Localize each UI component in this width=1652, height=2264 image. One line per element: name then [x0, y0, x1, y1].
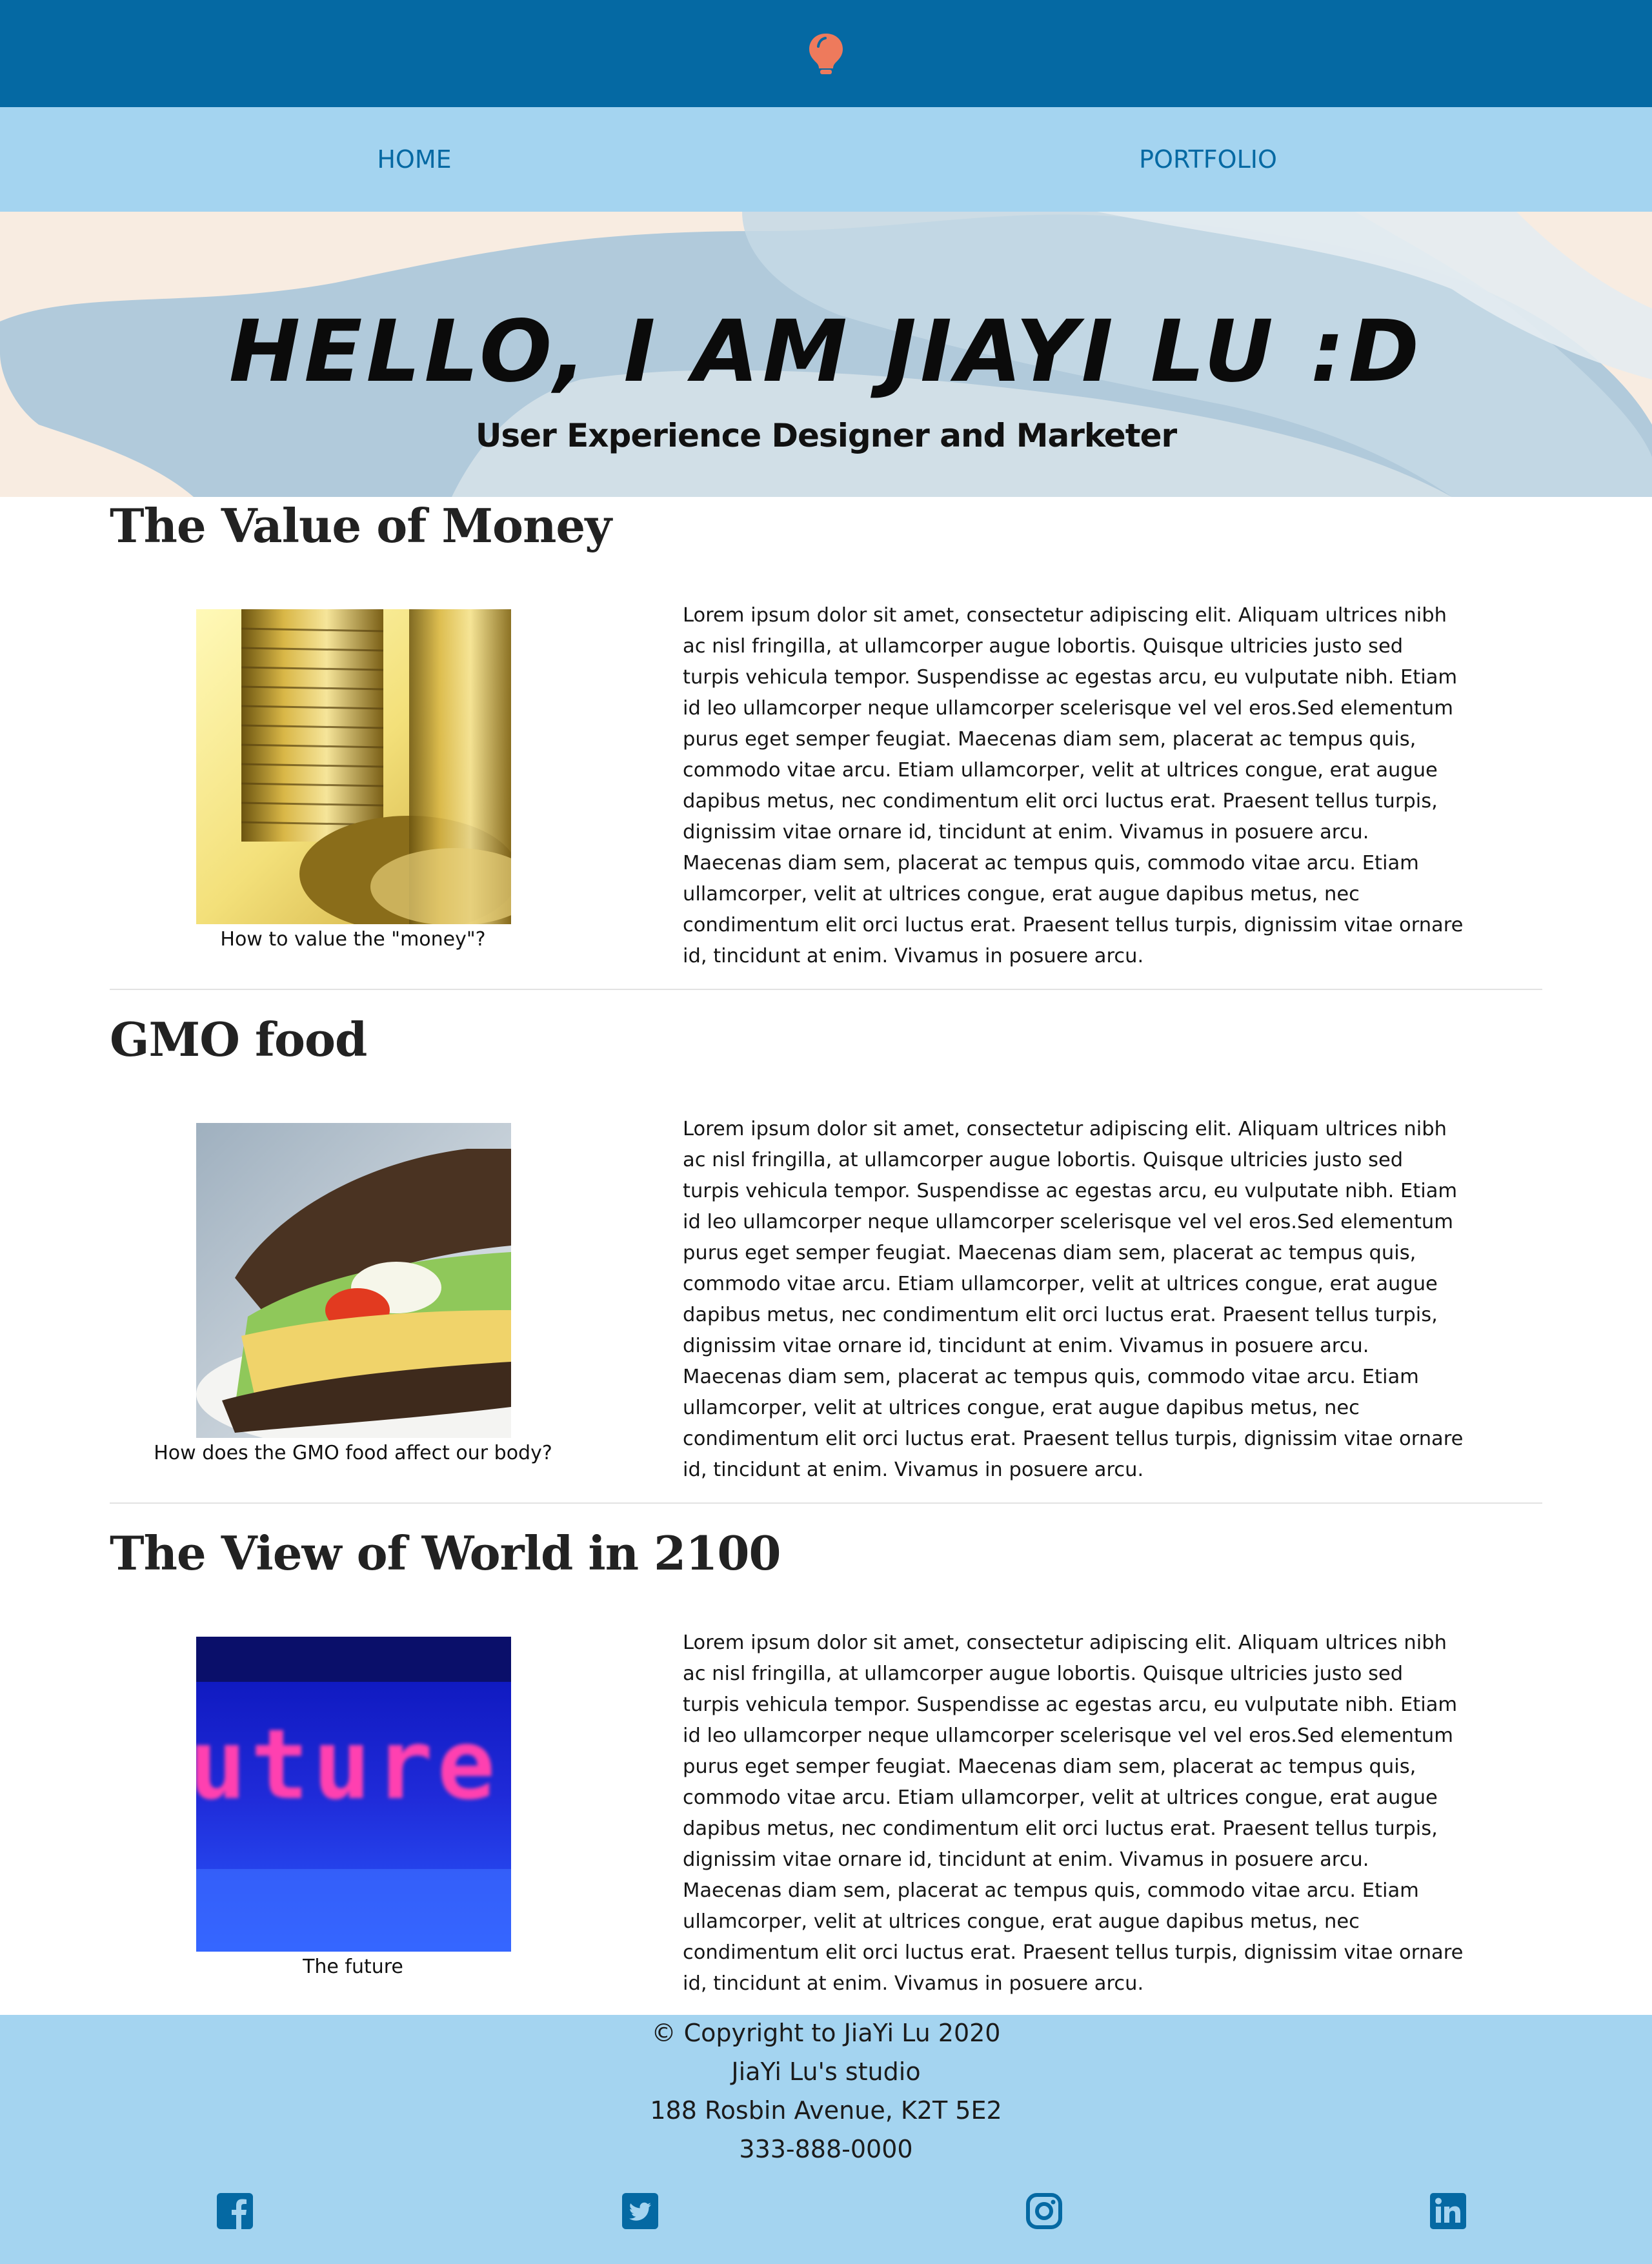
article-gmo-food: GMO food How does the GMO food affect ou…: [110, 1012, 1542, 1502]
hero-subtitle: User Experience Designer and Marketer: [475, 417, 1177, 454]
footer-studio: JiaYi Lu's studio: [731, 2057, 921, 2086]
article-body: Lorem ipsum dolor sit amet, consectetur …: [683, 1632, 1464, 1995]
footer-copyright: © Copyright to JiaYi Lu 2020: [651, 2019, 1001, 2047]
article-body: Lorem ipsum dolor sit amet, consectetur …: [683, 604, 1464, 967]
hero-banner: Hello, I am JiaYi Lu :D User Experience …: [0, 212, 1652, 497]
top-bar: [0, 0, 1652, 107]
image-caption: The future: [303, 1956, 403, 1978]
future-sign-text: uture: [196, 1709, 499, 1821]
facebook-icon[interactable]: [217, 2193, 253, 2229]
lightbulb-icon[interactable]: [805, 32, 847, 75]
twitter-icon[interactable]: [622, 2193, 658, 2229]
article-title: GMO food: [110, 1012, 367, 1067]
linkedin-icon[interactable]: [1430, 2193, 1466, 2229]
main-nav: HOME PORTFOLIO: [0, 107, 1652, 212]
article-body: Lorem ipsum dolor sit amet, consectetur …: [683, 1118, 1464, 1481]
nav-home-link[interactable]: HOME: [221, 107, 608, 212]
section-divider: [110, 1502, 1542, 1504]
nav-portfolio-link[interactable]: PORTFOLIO: [1014, 107, 1402, 212]
footer-phone: 333-888-0000: [739, 2135, 913, 2163]
gold-coins-image: [196, 609, 511, 924]
article-world-2100: The View of World in 2100 uture The futu…: [110, 1526, 1542, 2016]
image-caption: How to value the "money"?: [220, 928, 486, 951]
footer-address: 188 Rosbin Avenue, K2T 5E2: [650, 2096, 1002, 2125]
image-caption: How does the GMO food affect our body?: [154, 1442, 552, 1464]
article-value-of-money: The Value of Money How to value the "mon…: [110, 498, 1542, 989]
article-title: The Value of Money: [110, 498, 612, 553]
article-title: The View of World in 2100: [110, 1526, 781, 1581]
sandwich-image: [196, 1123, 511, 1438]
section-divider: [110, 989, 1542, 990]
hero-title: Hello, I am JiaYi Lu :D: [228, 302, 1424, 401]
future-sign-image: uture: [196, 1637, 511, 1952]
instagram-icon[interactable]: [1026, 2193, 1062, 2229]
